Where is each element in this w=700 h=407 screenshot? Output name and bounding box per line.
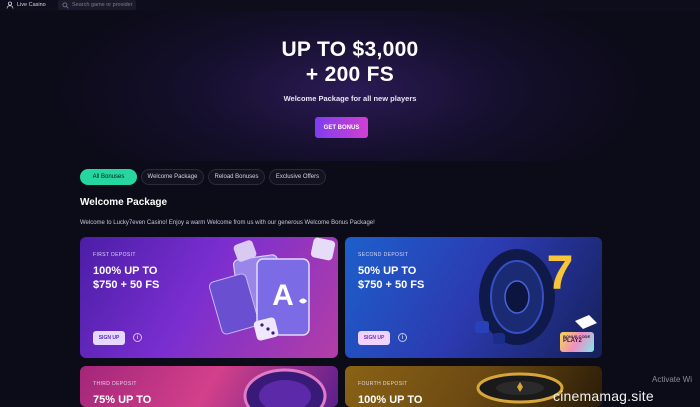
card-offer-line1: 75% UP TO <box>93 394 152 406</box>
bonus-code-value: PLAY2 <box>563 338 582 344</box>
card-offer: 75% UP TO <box>93 394 151 407</box>
hero-title-line2: + 200 FS <box>305 63 395 86</box>
activate-windows-watermark: Activate Wi <box>652 375 693 384</box>
info-icon[interactable]: i <box>133 333 142 342</box>
section-description: Welcome to Lucky7even Casino! Enjoy a wa… <box>80 220 375 226</box>
card-offer-line2: $750 + 50 FS <box>93 278 160 291</box>
hero-title-line1: UP TO $3,000 <box>281 38 419 61</box>
card-label: THIRD DEPOSIT <box>93 381 137 387</box>
card-offer-line2: $750 + 50 FS <box>358 278 425 291</box>
card-offer: 100% UP TO <box>358 394 422 407</box>
card-label: FIRST DEPOSIT <box>93 252 136 258</box>
card-label: FOURTH DEPOSIT <box>358 381 408 387</box>
tab-all-bonuses[interactable]: All Bonuses <box>80 169 137 185</box>
search-placeholder: Search game or provider <box>72 2 133 8</box>
tab-welcome-package[interactable]: Welcome Package <box>141 169 204 185</box>
section-title: Welcome Package <box>80 197 168 208</box>
sign-up-button[interactable]: SIGN UP <box>93 331 125 345</box>
search-icon <box>62 1 69 9</box>
bonus-card-second-deposit[interactable]: 7 SECOND DEPOSIT 50% UP TO $750 + 50 FS … <box>345 237 602 358</box>
card-offer-line1: 50% UP TO <box>358 265 417 277</box>
card-offer: 100% UP TO $750 + 50 FS <box>93 265 159 292</box>
person-icon <box>6 1 14 9</box>
search-input[interactable]: Search game or provider <box>58 0 136 10</box>
tab-exclusive-offers[interactable]: Exclusive Offers <box>269 169 326 185</box>
card-offer-line1: 100% UP TO <box>358 394 423 406</box>
svg-text:A: A <box>272 279 294 312</box>
card-label: SECOND DEPOSIT <box>358 252 409 258</box>
playing-cards-dice-illustration: A <box>208 237 336 341</box>
bonus-code-badge[interactable]: BONUS CODE PLAY2 <box>560 332 594 352</box>
card-offer: 50% UP TO $750 + 50 FS <box>358 265 424 292</box>
sign-up-button[interactable]: SIGN UP <box>358 331 390 345</box>
get-bonus-button[interactable]: GET BONUS <box>315 117 368 138</box>
hero-banner: UP TO $3,000 + 200 FS <box>0 11 700 161</box>
top-bar: Live Casino Search game or provider <box>0 0 700 11</box>
chip-illustration <box>243 368 327 407</box>
hero-subtitle: Welcome Package for all new players <box>283 94 417 103</box>
site-watermark: cinemamag.site <box>553 388 654 404</box>
tab-reload-bonuses[interactable]: Reload Bonuses <box>208 169 265 185</box>
info-icon[interactable]: i <box>398 333 407 342</box>
live-casino-link[interactable]: Live Casino <box>6 0 46 10</box>
bonus-card-first-deposit[interactable]: A FIRST DEPOSIT 100% UP TO $750 + 50 FS … <box>80 237 338 358</box>
svg-text:7: 7 <box>547 247 574 300</box>
bonus-card-third-deposit[interactable]: THIRD DEPOSIT 75% UP TO <box>80 366 338 407</box>
card-offer-line1: 100% UP TO <box>93 265 158 277</box>
live-casino-label: Live Casino <box>17 2 46 8</box>
